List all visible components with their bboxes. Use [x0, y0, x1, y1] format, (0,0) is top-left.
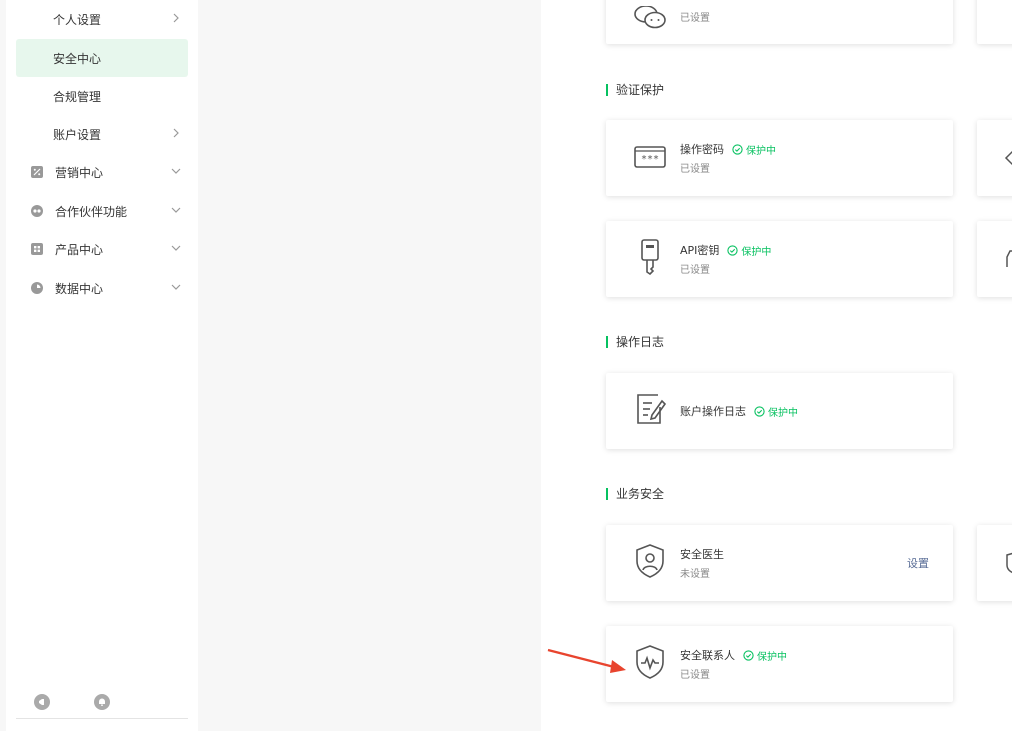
sidebar-item-label: 合作伙伴功能 — [55, 204, 128, 219]
log-edit-icon — [637, 394, 666, 424]
wechat-icon — [634, 6, 666, 29]
card-title: 安全医生 — [680, 548, 724, 561]
check-shield-icon — [743, 649, 754, 661]
sidebar-footer — [16, 687, 188, 719]
sidebar-item-label: 安全中心 — [53, 51, 102, 66]
svg-text:***: *** — [641, 154, 659, 165]
sidebar-item-label: 账户设置 — [53, 127, 102, 142]
sidebar-item-compliance[interactable]: 合规管理 — [16, 77, 188, 115]
partner-icon — [31, 205, 43, 217]
status-text: 已设置 — [680, 265, 710, 276]
shield-user-icon — [636, 544, 664, 578]
megaphone-icon[interactable] — [34, 694, 50, 710]
key-icon — [641, 239, 659, 275]
chevron-down-icon — [171, 284, 181, 290]
card-peek[interactable] — [977, 525, 1012, 601]
shield-icon — [1006, 552, 1012, 574]
password-icon: *** — [634, 146, 666, 168]
status-text: 已设置 — [680, 670, 710, 681]
status-text: 未设置 — [680, 569, 710, 580]
sidebar-item-personal-settings[interactable]: 个人设置 — [16, 0, 188, 38]
status-badge: 保护中 — [754, 404, 798, 419]
percent-icon — [31, 166, 43, 178]
status-badge: 保护中 — [727, 243, 771, 258]
content-gutter — [198, 0, 541, 731]
sidebar-item-security-center[interactable]: 安全中心 — [16, 39, 188, 77]
card-peek[interactable] — [977, 221, 1012, 297]
status-text: 已设置 — [680, 13, 710, 24]
status-badge: 保护中 — [732, 142, 776, 157]
sidebar-item-label: 合规管理 — [53, 89, 102, 104]
sidebar-item-label: 产品中心 — [55, 242, 104, 257]
chevron-right-icon — [173, 128, 179, 138]
chevron-right-icon — [173, 13, 179, 23]
security-contact-card[interactable]: 安全联系人 保护中 已设置 — [606, 626, 953, 702]
status-text: 已设置 — [680, 164, 710, 175]
card-title: 账户操作日志 保护中 — [680, 404, 798, 419]
sidebar-item-label: 个人设置 — [53, 12, 102, 27]
security-center-main: 已设置 验证保护 *** 操作密码 保护中 已设置 API密钥 保护中 已设置 — [541, 0, 1012, 731]
shield-pulse-icon — [636, 645, 664, 679]
check-shield-icon — [732, 143, 743, 155]
api-key-card[interactable]: API密钥 保护中 已设置 — [606, 221, 953, 297]
bell-icon[interactable] — [94, 694, 110, 710]
card-peek[interactable] — [977, 0, 1012, 44]
operation-password-card[interactable]: *** 操作密码 保护中 已设置 — [606, 120, 953, 196]
chevron-down-icon — [171, 168, 181, 174]
sidebar-item-products[interactable]: 产品中心 — [16, 230, 188, 268]
lock-icon — [1006, 250, 1012, 267]
operation-log-card[interactable]: 账户操作日志 保护中 — [606, 373, 953, 449]
check-shield-icon — [727, 244, 739, 256]
card-title: API密钥 保护中 — [680, 243, 772, 258]
target-icon — [1004, 150, 1012, 166]
sidebar-item-data[interactable]: 数据中心 — [16, 269, 188, 307]
card-title: 安全联系人 保护中 — [680, 648, 787, 663]
chevron-down-icon — [171, 207, 181, 213]
sidebar-item-partner[interactable]: 合作伙伴功能 — [16, 192, 188, 230]
pie-chart-icon — [31, 282, 43, 294]
setup-link[interactable]: 设置 — [907, 555, 929, 571]
sidebar: 个人设置 安全中心 合规管理 账户设置 营销中心 合作伙伴功能 产品中心 数据中… — [6, 0, 198, 731]
card-title: 操作密码 保护中 — [680, 142, 776, 157]
section-title-business-security: 业务安全 — [606, 487, 664, 501]
status-badge: 保护中 — [743, 648, 787, 663]
chevron-down-icon — [171, 245, 181, 251]
grid-icon — [31, 243, 43, 255]
sidebar-item-marketing[interactable]: 营销中心 — [16, 153, 188, 191]
card-peek[interactable] — [977, 120, 1012, 196]
section-title-verification: 验证保护 — [606, 83, 664, 97]
sidebar-item-account-settings[interactable]: 账户设置 — [16, 115, 188, 153]
section-title-operation-log: 操作日志 — [606, 335, 664, 349]
sidebar-item-label: 营销中心 — [55, 165, 104, 180]
check-shield-icon — [754, 405, 765, 417]
security-doctor-card[interactable]: 安全医生 未设置 设置 — [606, 525, 953, 601]
sidebar-item-label: 数据中心 — [55, 281, 104, 296]
wechat-binding-card[interactable]: 已设置 — [606, 0, 953, 44]
